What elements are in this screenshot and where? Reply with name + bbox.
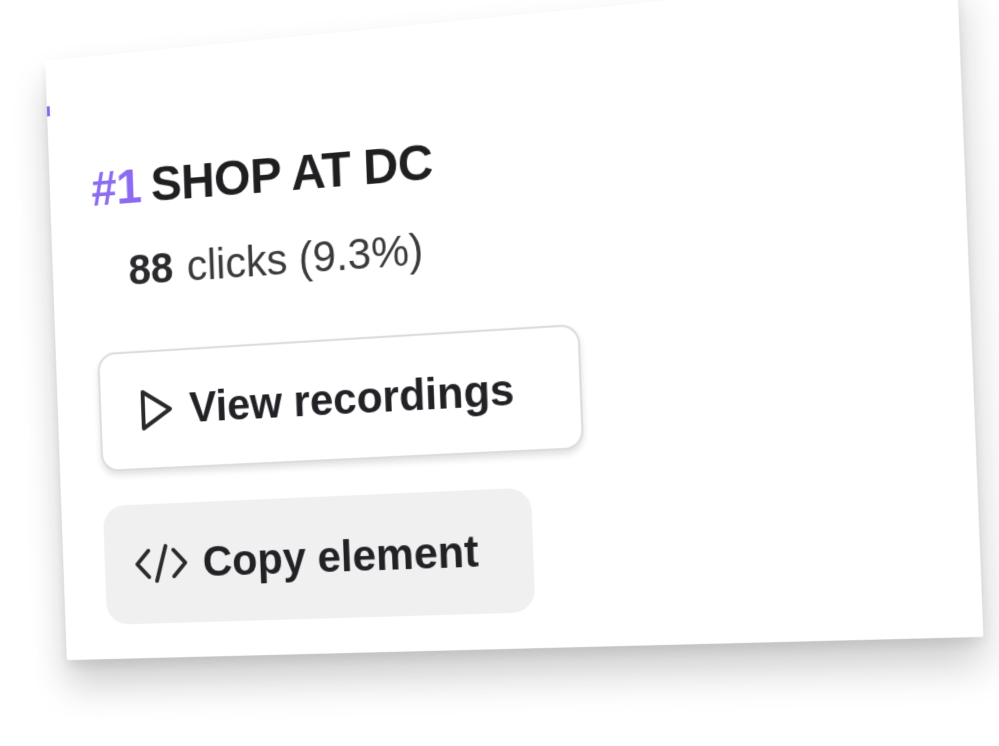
- element-stats-card: #1 SHOP AT DC 88 clicks (9.3%) View reco…: [45, 0, 984, 661]
- element-title-row: #1 SHOP AT DC: [90, 134, 433, 218]
- view-recordings-label: View recordings: [188, 364, 516, 432]
- copy-element-button[interactable]: Copy element: [102, 487, 536, 625]
- stage: #1 SHOP AT DC 88 clicks (9.3%) View reco…: [0, 0, 999, 746]
- copy-element-label: Copy element: [201, 526, 480, 586]
- click-stats: 88 clicks (9.3%): [128, 225, 424, 295]
- click-percentage: clicks (9.3%): [185, 224, 425, 290]
- code-icon: [133, 539, 190, 588]
- play-icon: [137, 384, 177, 435]
- rank-badge: #1: [90, 159, 143, 217]
- accent-marker: [46, 106, 51, 117]
- element-title: SHOP AT DC: [149, 135, 434, 213]
- click-count: 88: [127, 243, 175, 294]
- view-recordings-button[interactable]: View recordings: [97, 323, 585, 472]
